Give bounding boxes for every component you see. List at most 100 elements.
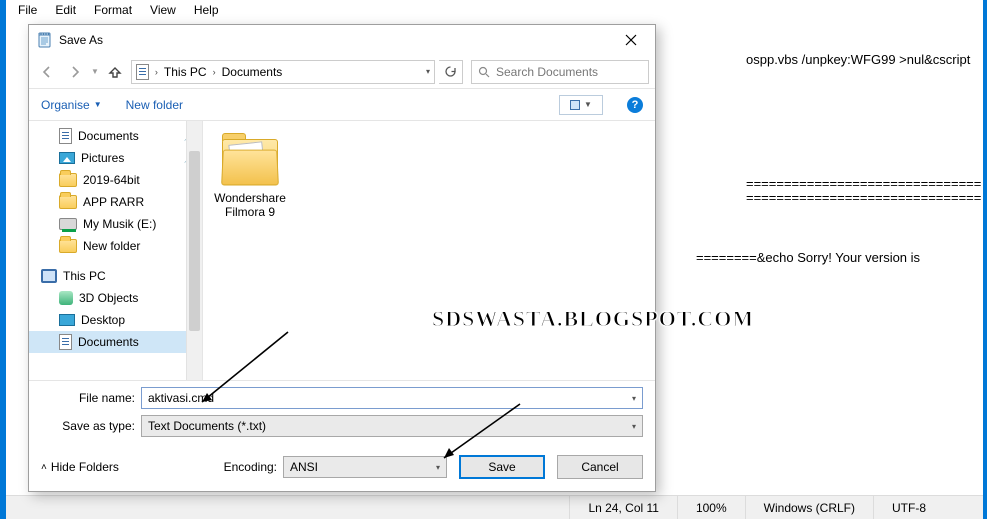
hide-folders-toggle[interactable]: ˄ Hide Folders — [41, 460, 119, 474]
tree-2019-64bit[interactable]: 2019-64bit — [29, 169, 202, 191]
chevron-down-icon: ▼ — [94, 100, 102, 109]
nav-tree[interactable]: Documents📌 Pictures📌 2019-64bit APP RARR… — [29, 121, 203, 380]
text-fragment-3: =============================== — [746, 190, 981, 205]
document-icon — [59, 334, 72, 350]
search-icon — [478, 66, 490, 78]
status-encoding: UTF-8 — [873, 496, 983, 519]
folder-icon — [59, 173, 77, 187]
picture-icon — [59, 152, 75, 164]
text-fragment-2: =============================== — [746, 176, 981, 191]
close-button[interactable] — [613, 28, 649, 52]
chevron-down-icon[interactable]: ▾ — [436, 463, 440, 472]
encoding-select[interactable]: ANSI ▾ — [283, 456, 447, 478]
menu-format[interactable]: Format — [86, 1, 140, 19]
status-zoom: 100% — [677, 496, 745, 519]
tree-label: My Musik (E:) — [83, 217, 156, 231]
folder-large-icon — [218, 133, 282, 185]
new-folder-button[interactable]: New folder — [126, 98, 183, 112]
up-button[interactable] — [103, 60, 127, 84]
save-button[interactable]: Save — [459, 455, 545, 479]
filename-input[interactable]: aktivasi.cmd ▾ — [141, 387, 643, 409]
view-mode-dropdown[interactable]: ▼ — [559, 95, 603, 115]
notepad-statusbar: Ln 24, Col 11 100% Windows (CRLF) UTF-8 — [6, 495, 983, 519]
tree-label: New folder — [83, 239, 140, 253]
tree-app-rarr[interactable]: APP RARR — [29, 191, 202, 213]
cube-icon — [59, 291, 73, 305]
chevron-right-icon: › — [155, 67, 158, 77]
dialog-titlebar: Save As — [29, 25, 655, 55]
document-icon — [59, 128, 72, 144]
tree-desktop[interactable]: Desktop — [29, 309, 202, 331]
tree-label: This PC — [63, 269, 106, 283]
notepad-menubar: File Edit Format View Help — [6, 0, 231, 20]
tree-label: Pictures — [81, 151, 124, 165]
dialog-toolbar: Organise ▼ New folder ▼ ? — [29, 89, 655, 121]
tree-label: 3D Objects — [79, 291, 138, 305]
right-accent — [983, 0, 987, 519]
menu-help[interactable]: Help — [186, 1, 227, 19]
tree-pictures[interactable]: Pictures📌 — [29, 147, 202, 169]
tree-label: Documents — [78, 129, 139, 143]
help-button[interactable]: ? — [627, 97, 643, 113]
filename-label: File name: — [41, 391, 141, 405]
folder-type-icon — [136, 64, 149, 80]
file-pane[interactable]: Wondershare Filmora 9 — [203, 121, 655, 380]
breadcrumb-documents[interactable]: Documents — [222, 65, 283, 79]
desktop-icon — [59, 314, 75, 326]
status-position: Ln 24, Col 11 — [569, 496, 677, 519]
tree-my-musik[interactable]: My Musik (E:) — [29, 213, 202, 235]
address-bar[interactable]: › This PC › Documents ▾ — [131, 60, 435, 84]
status-eol: Windows (CRLF) — [745, 496, 873, 519]
arrow-up-icon — [108, 65, 122, 79]
cancel-button[interactable]: Cancel — [557, 455, 643, 479]
drive-icon — [59, 218, 77, 230]
back-button[interactable] — [35, 60, 59, 84]
tree-new-folder[interactable]: New folder — [29, 235, 202, 257]
menu-view[interactable]: View — [142, 1, 184, 19]
view-icon — [570, 100, 580, 110]
address-dropdown-icon[interactable]: ▾ — [426, 67, 430, 76]
tree-label: APP RARR — [83, 195, 144, 209]
filename-value: aktivasi.cmd — [148, 391, 214, 405]
scrollbar-thumb[interactable] — [189, 151, 200, 331]
saveastype-value: Text Documents (*.txt) — [148, 419, 266, 433]
encoding-value: ANSI — [290, 460, 318, 474]
breadcrumb-thispc[interactable]: This PC — [164, 65, 207, 79]
tree-documents-selected[interactable]: Documents — [29, 331, 202, 353]
chevron-right-icon: › — [213, 67, 216, 77]
saveastype-select[interactable]: Text Documents (*.txt) ▾ — [141, 415, 643, 437]
tree-this-pc[interactable]: This PC — [29, 265, 202, 287]
save-as-dialog: Save As ▼ › This PC › Documents ▾ Search… — [28, 24, 656, 492]
refresh-button[interactable] — [439, 60, 463, 84]
tree-3d-objects[interactable]: 3D Objects — [29, 287, 202, 309]
organise-label: Organise — [41, 98, 90, 112]
tree-label: 2019-64bit — [83, 173, 140, 187]
dialog-footer-buttons: ˄ Hide Folders Encoding: ANSI ▾ Save Cance… — [29, 447, 655, 491]
organise-menu[interactable]: Organise ▼ — [41, 98, 102, 112]
menu-edit[interactable]: Edit — [47, 1, 84, 19]
encoding-label: Encoding: — [224, 460, 277, 474]
text-fragment-4: ========&echo Sorry! Your version is — [696, 250, 920, 265]
history-dropdown[interactable]: ▼ — [91, 67, 99, 76]
search-input[interactable]: Search Documents — [471, 60, 649, 84]
forward-button[interactable] — [63, 60, 87, 84]
notepad-icon — [37, 32, 53, 48]
chevron-down-icon: ▼ — [584, 100, 592, 109]
arrow-left-icon — [40, 65, 54, 79]
chevron-down-icon[interactable]: ▾ — [632, 422, 636, 431]
tree-scrollbar[interactable] — [186, 121, 202, 380]
close-icon — [625, 34, 637, 46]
dialog-title: Save As — [59, 33, 103, 47]
hide-folders-label: Hide Folders — [51, 460, 119, 474]
tree-documents[interactable]: Documents📌 — [29, 125, 202, 147]
arrow-right-icon — [68, 65, 82, 79]
menu-file[interactable]: File — [10, 1, 45, 19]
file-item-label: Wondershare Filmora 9 — [211, 191, 289, 219]
folder-icon — [59, 195, 77, 209]
tree-label: Documents — [78, 335, 139, 349]
chevron-down-icon[interactable]: ▾ — [632, 394, 636, 403]
search-placeholder: Search Documents — [496, 65, 598, 79]
file-item-wondershare[interactable]: Wondershare Filmora 9 — [211, 133, 289, 219]
chevron-up-icon: ˄ — [41, 462, 47, 473]
tree-label: Desktop — [81, 313, 125, 327]
